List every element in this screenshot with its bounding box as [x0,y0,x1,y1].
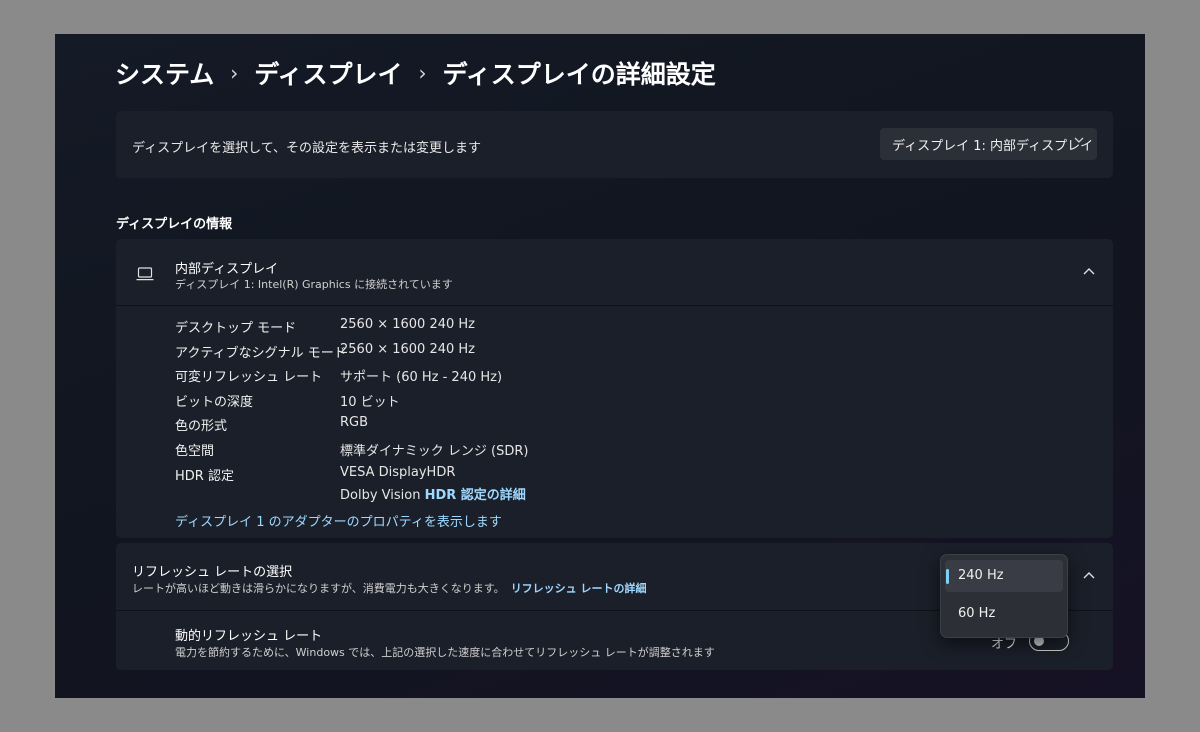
breadcrumb-item-display[interactable]: ディスプレイ [254,55,402,91]
info-label: ビットの深度 [175,395,254,410]
refresh-option-label: 240 Hz [958,568,1004,583]
refresh-rate-details-link[interactable]: リフレッシュ レートの詳細 [511,582,647,595]
refresh-option-label: 60 Hz [958,606,996,621]
info-value: 標準ダイナミック レンジ (SDR) [340,444,529,459]
display-dropdown-value: ディスプレイ 1: 内部ディスプレイ [892,138,1094,154]
refresh-rate-description: レートが高いほど動きは滑らかになりますが、消費電力も大きくなります。 リフレッシュ… [132,580,647,596]
laptop-icon [136,266,154,281]
info-value: RGB [340,415,369,430]
refresh-rate-description-text: レートが高いほど動きは滑らかになりますが、消費電力も大きくなります。 [132,582,505,595]
chevron-up-icon[interactable] [1079,262,1099,282]
refresh-rate-flyout: 240 Hz 60 Hz [940,554,1068,638]
breadcrumb: システム › ディスプレイ › ディスプレイの詳細設定 [115,56,716,90]
dynamic-refresh-description: 電力を節約するために、Windows では、上記の選択した速度に合わせてリフレッ… [175,646,715,659]
display-info-card: 内部ディスプレイ ディスプレイ 1: Intel(R) Graphics に接続… [116,239,1113,538]
display-connection: ディスプレイ 1: Intel(R) Graphics に接続されています [175,278,453,291]
display-select-card: ディスプレイを選択して、その設定を表示または変更します ディスプレイ 1: 内部… [116,111,1113,178]
info-label: 色空間 [175,444,215,459]
breadcrumb-separator: › [418,61,427,85]
dynamic-refresh-title: 動的リフレッシュ レート [175,629,323,644]
display-select-description: ディスプレイを選択して、その設定を表示または変更します [132,141,482,156]
info-value-dolby: Dolby Vision HDR 認定の詳細 [340,484,526,503]
info-label: HDR 認定 [175,469,234,484]
chevron-down-icon [1073,134,1085,150]
breadcrumb-item-system[interactable]: システム [115,55,214,91]
settings-window: システム › ディスプレイ › ディスプレイの詳細設定 ディスプレイを選択して、… [55,34,1145,698]
info-value: 2560 × 1600 240 Hz [340,342,476,357]
refresh-option-240[interactable]: 240 Hz [945,560,1063,592]
page-title: ディスプレイの詳細設定 [442,60,716,89]
selection-indicator [946,569,949,584]
display-info-heading: ディスプレイの情報 [116,217,233,232]
refresh-rate-title: リフレッシュ レートの選択 [132,565,293,580]
display-dropdown[interactable]: ディスプレイ 1: 内部ディスプレイ [880,128,1097,160]
info-value: 10 ビット [340,395,400,410]
info-label: 可変リフレッシュ レート [175,370,323,385]
hdr-certification-link[interactable]: HDR 認定の詳細 [425,488,526,503]
chevron-up-icon[interactable] [1079,566,1099,586]
info-value: VESA DisplayHDR [340,465,456,480]
display-name: 内部ディスプレイ [175,262,279,277]
adapter-properties-link[interactable]: ディスプレイ 1 のアダプターのプロパティを表示します [175,511,502,530]
breadcrumb-separator: › [230,61,239,85]
refresh-option-60[interactable]: 60 Hz [945,598,1063,630]
info-value: 2560 × 1600 240 Hz [340,317,476,332]
info-label: デスクトップ モード [175,321,297,336]
info-label: アクティブなシグナル モード [175,346,347,361]
dolby-vision-text: Dolby Vision [340,488,425,503]
display-info-header[interactable]: 内部ディスプレイ ディスプレイ 1: Intel(R) Graphics に接続… [116,239,1113,306]
info-value: サポート (60 Hz - 240 Hz) [340,370,503,385]
info-label: 色の形式 [175,419,228,434]
